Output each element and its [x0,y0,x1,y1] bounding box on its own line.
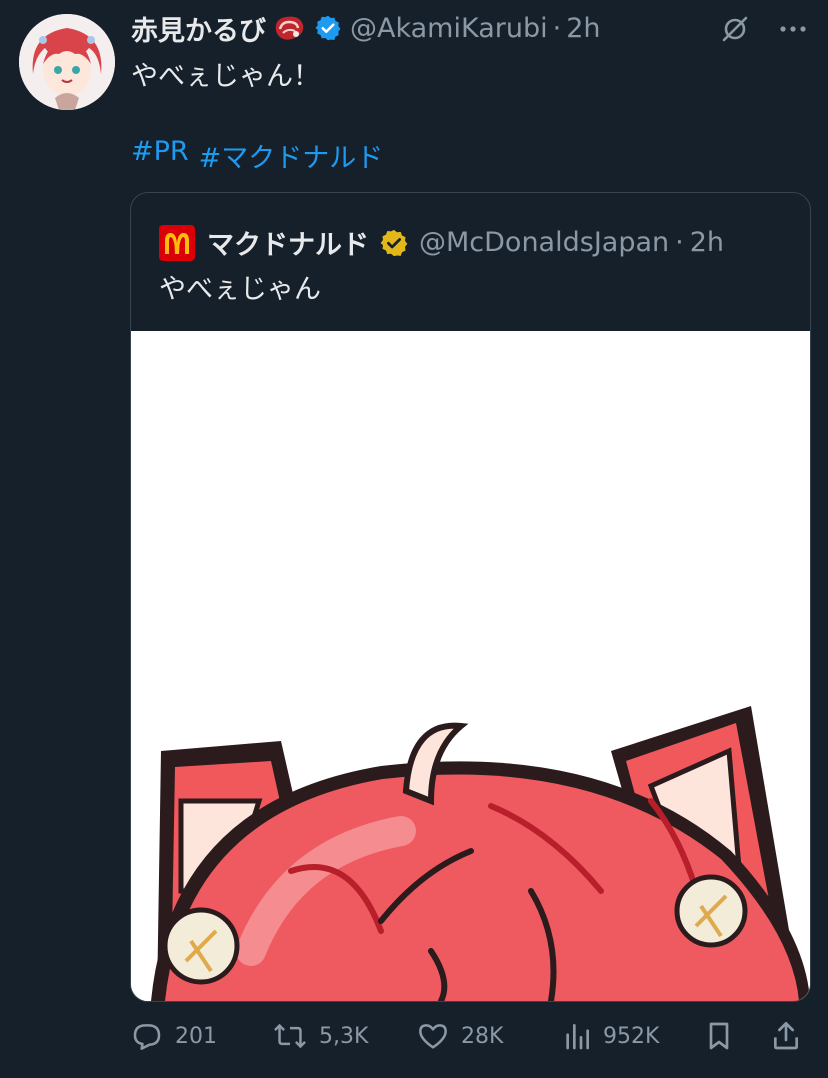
like-count: 28K [461,1023,504,1049]
repost-button[interactable]: 5,3K [273,1020,368,1052]
quoted-tweet[interactable]: マクドナルド @McDonaldsJapan · 2h やべぇじゃん [130,192,811,1002]
quoted-tweet-text: やべぇじゃん [159,274,321,305]
repost-icon [274,1023,306,1049]
hashtags: #PR #マクドナルド [131,136,383,175]
quoted-tweet-image[interactable] [131,331,810,1001]
separator-dot: · [675,227,684,258]
hashtag-link[interactable]: #マクドナルド [199,136,384,175]
bookmark-button[interactable] [705,1020,733,1052]
tweet-text: やべぇじゃん！ [131,61,320,92]
bookmark-icon [709,1022,729,1050]
verified-badge-icon[interactable] [314,14,342,42]
repost-count: 5,3K [319,1023,369,1049]
hashtag-link[interactable]: #PR [131,136,189,175]
views-button[interactable]: 952K [563,1020,659,1052]
separator-dot: · [552,12,562,44]
author-handle[interactable]: @AkamiKarubi [350,13,548,44]
mcdonalds-logo-icon[interactable] [159,224,195,261]
share-icon [774,1022,798,1050]
anime-character-illustration [131,331,810,1001]
reply-button[interactable]: 201 [131,1020,217,1052]
heart-icon [419,1024,447,1049]
author-name[interactable]: 赤見かるび [131,9,266,48]
gold-verified-badge-icon[interactable] [379,228,409,258]
reply-icon [133,1024,161,1050]
post-time[interactable]: 2h [566,13,600,44]
author-avatar[interactable] [19,14,115,110]
action-bar: 201 5,3K 28K 952K [131,1016,808,1056]
views-chart-icon [566,1023,589,1050]
avatar-image [19,14,115,110]
quoted-author-handle[interactable]: @McDonaldsJapan [419,227,669,258]
grok-icon[interactable] [720,14,750,48]
quoted-tweet-header: マクドナルド @McDonaldsJapan · 2h [159,223,724,262]
like-button[interactable]: 28K [417,1020,503,1052]
meat-emoji-icon [272,13,306,43]
more-icon[interactable] [778,14,808,48]
quoted-post-time[interactable]: 2h [690,227,724,258]
quoted-author-name[interactable]: マクドナルド [207,223,369,262]
share-button[interactable] [771,1020,801,1052]
reply-count: 201 [175,1023,217,1049]
tweet-header: 赤見かるび @AkamiKarubi · 2h [131,6,808,50]
view-count: 952K [603,1023,660,1049]
